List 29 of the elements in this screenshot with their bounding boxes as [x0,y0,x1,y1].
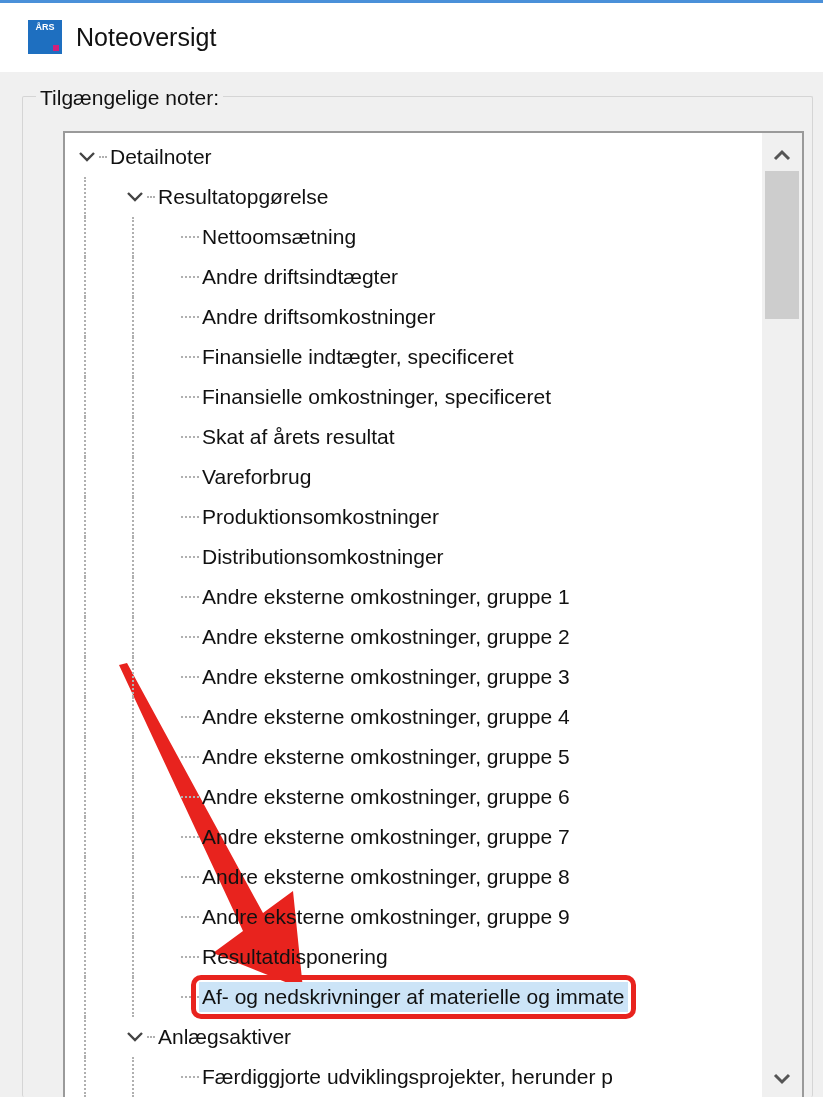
tree-item[interactable]: Distributionsomkostninger [199,542,447,572]
tree-item[interactable]: Andre eksterne omkostninger, gruppe 5 [199,742,573,772]
scrollbar[interactable] [762,133,802,1097]
tree-item[interactable]: Andre driftsomkostninger [199,302,439,332]
tree-item[interactable]: Andre eksterne omkostninger, gruppe 4 [199,702,573,732]
scroll-down-icon[interactable] [773,1073,791,1085]
tree-item[interactable]: Finansielle omkostninger, specificeret [199,382,554,412]
tree-item[interactable]: Resultatopgørelse [155,182,332,212]
tree-item[interactable]: Andre eksterne omkostninger, gruppe 2 [199,622,573,652]
window-title: Noteoversigt [76,21,217,53]
tree-item[interactable]: Produktionsomkostninger [199,502,442,532]
tree-item[interactable]: Af- og nedskrivninger af materielle og immate [199,982,628,1012]
tree-item[interactable]: Færdiggjorte udviklingsprojekter, herunder p [199,1062,616,1092]
tree-item[interactable]: Finansielle indtægter, specificeret [199,342,517,372]
chevron-down-icon[interactable] [125,190,145,204]
tree-item[interactable]: Vareforbrug [199,462,315,492]
chevron-down-icon[interactable] [77,150,97,164]
chevron-down-icon[interactable] [125,1030,145,1044]
tree-item[interactable]: Detailnoter [107,142,215,172]
scroll-up-icon[interactable] [773,149,791,161]
tree-item[interactable]: Anlægsaktiver [155,1022,295,1052]
tree-item[interactable]: Andre eksterne omkostninger, gruppe 1 [199,582,573,612]
tree-item[interactable]: Andre eksterne omkostninger, gruppe 6 [199,782,573,812]
tree-item[interactable]: Andre driftsindtægter [199,262,402,292]
tree-item[interactable]: Skat af årets resultat [199,422,398,452]
tree-item[interactable]: Andre eksterne omkostninger, gruppe 3 [199,662,573,692]
tree-item[interactable]: Nettoomsætning [199,222,360,252]
scroll-thumb[interactable] [765,171,799,319]
app-logo: ÅRS [28,20,62,55]
